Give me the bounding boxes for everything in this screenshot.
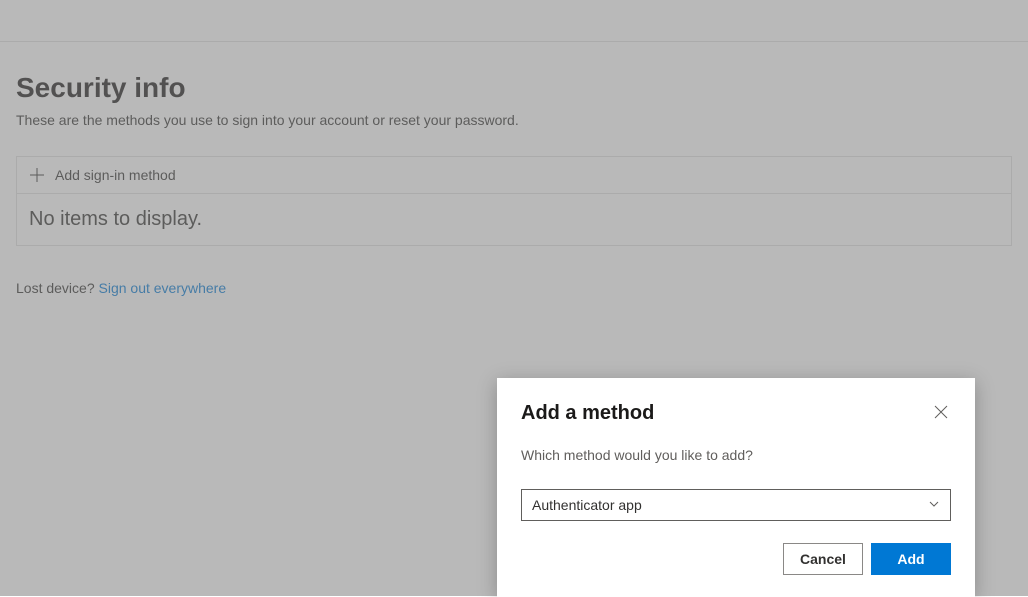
dialog-header: Add a method: [521, 402, 951, 425]
method-select-value: Authenticator app: [532, 497, 642, 513]
close-icon: [934, 405, 948, 419]
dialog-actions: Cancel Add: [521, 543, 951, 575]
add-method-dialog: Add a method Which method would you like…: [497, 378, 975, 597]
dialog-question: Which method would you like to add?: [521, 447, 951, 463]
cancel-button[interactable]: Cancel: [783, 543, 863, 575]
close-button[interactable]: [931, 402, 951, 422]
method-select[interactable]: Authenticator app: [521, 489, 951, 521]
add-button[interactable]: Add: [871, 543, 951, 575]
chevron-down-icon: [928, 497, 940, 513]
dialog-title: Add a method: [521, 402, 654, 425]
